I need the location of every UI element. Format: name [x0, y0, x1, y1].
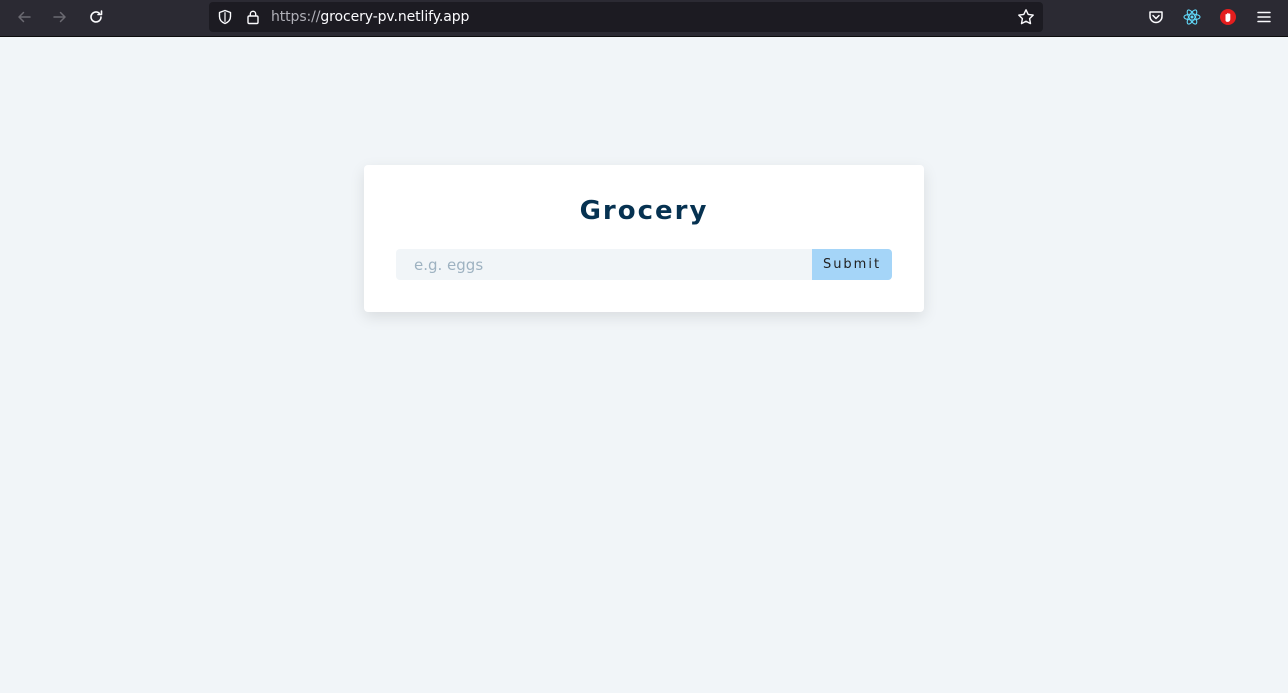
url-scheme: https://	[271, 9, 321, 25]
tracking-protection-button[interactable]	[215, 7, 235, 27]
reload-button[interactable]	[83, 5, 109, 29]
page-title: Grocery	[579, 196, 709, 226]
browser-toolbar: https://grocery-pv.netlify.app	[0, 0, 1288, 37]
reload-icon	[90, 10, 103, 23]
submit-button[interactable]: Submit	[812, 249, 892, 280]
grocery-item-input[interactable]	[396, 249, 812, 280]
ublock-icon	[1220, 9, 1236, 25]
app-menu-button[interactable]	[1253, 6, 1275, 28]
star-icon	[1018, 9, 1034, 25]
react-devtools-button[interactable]	[1181, 6, 1203, 28]
back-button[interactable]	[11, 5, 37, 29]
pocket-icon	[1149, 11, 1163, 24]
url-bar[interactable]: https://grocery-pv.netlify.app	[209, 2, 1043, 32]
forward-arrow-icon	[53, 11, 66, 23]
forward-button[interactable]	[47, 5, 73, 29]
react-icon	[1183, 9, 1201, 25]
site-info-button[interactable]	[243, 7, 263, 27]
ublock-button[interactable]	[1217, 6, 1239, 28]
pocket-button[interactable]	[1145, 6, 1167, 28]
shield-icon	[218, 9, 232, 25]
back-arrow-icon	[18, 11, 31, 23]
bookmark-button[interactable]	[1016, 7, 1036, 27]
url-text[interactable]: https://grocery-pv.netlify.app	[271, 9, 469, 25]
url-host: grocery-pv.netlify.app	[320, 9, 470, 25]
lock-icon	[247, 10, 259, 25]
grocery-card: Grocery Submit	[364, 165, 924, 312]
hamburger-menu-icon	[1257, 11, 1271, 23]
